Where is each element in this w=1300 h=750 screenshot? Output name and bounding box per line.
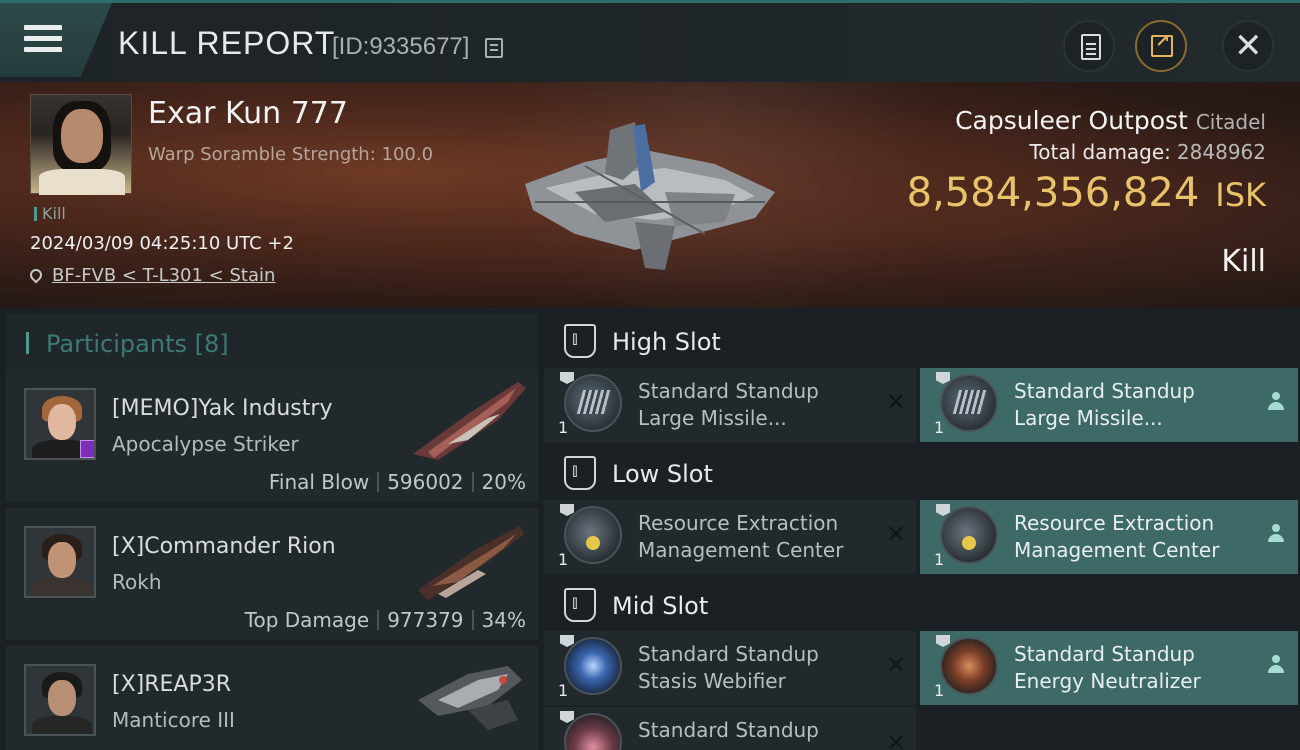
victim-structure-image — [525, 122, 775, 270]
location-link[interactable]: BF-FVB < T-L301 < Stain — [52, 265, 275, 286]
extraction-module-icon — [940, 506, 998, 564]
participants-header[interactable]: Participants [8] — [6, 314, 538, 370]
slot-label: Low Slot — [612, 460, 713, 488]
pin-icon — [27, 266, 45, 284]
module-item[interactable]: 1 Standard Standup Stasis Webifier ✕ — [544, 631, 916, 705]
participant-ship-image — [418, 666, 522, 730]
module-name: Resource Extraction Management Center — [638, 511, 844, 562]
fitting-panel: High Slot 1 Standard StandupLarge Missil… — [538, 308, 1300, 750]
kill-tag: Kill — [34, 204, 66, 223]
participant-ship: Manticore III — [112, 708, 235, 732]
stasis-webifier-icon — [564, 637, 622, 695]
module-name: Standard Standup Stasis Webifier — [638, 642, 819, 693]
page-title: KILL REPORT — [118, 25, 336, 61]
structure-name: Capsuleer Outpost Citadel — [955, 106, 1266, 135]
close-button[interactable]: ✕ — [1222, 20, 1274, 72]
low-slot-icon — [564, 456, 596, 490]
participant-stats: Top Damage 977379 34% — [244, 608, 526, 632]
missile-launcher-icon — [564, 374, 622, 432]
participant-avatar[interactable] — [24, 664, 96, 736]
person-icon — [1268, 655, 1284, 675]
x-icon: ✕ — [885, 520, 906, 548]
warp-scramble-strength: Warp Soramble Strength: 100.0 — [148, 144, 434, 165]
participant-row[interactable]: [X]REAP3R Manticore III — [6, 646, 538, 750]
high-slot-header: High Slot — [544, 312, 1300, 372]
module-item-dropped[interactable]: 1 Resource Extraction Management Center — [920, 500, 1298, 574]
energy-neutralizer-icon — [940, 637, 998, 695]
badge-icon — [80, 440, 94, 458]
mid-slot-header: Mid Slot — [544, 576, 1300, 636]
clipboard-icon — [1081, 34, 1101, 60]
module-name: Standard Standup Large Missile... — [638, 379, 819, 430]
module-quantity: 1 — [934, 418, 945, 437]
extraction-module-icon — [564, 506, 622, 564]
mid-slot-icon — [564, 588, 596, 622]
low-slot-header: Low Slot — [544, 444, 1300, 504]
module-item[interactable]: Standard Standup ✕ — [544, 707, 916, 750]
participant-row[interactable]: [X]Commander Rion Rokh Top Damage 977379 3… — [6, 508, 538, 640]
participant-ship-image — [413, 382, 526, 460]
module-item-dropped[interactable]: 1 Standard Standup Large Missile... — [920, 368, 1298, 442]
total-damage: Total damage: 2848962 — [1029, 140, 1266, 164]
kill-timestamp: 2024/03/09 04:25:10 UTC +2 — [30, 233, 294, 254]
report-id: [ID:9335677] — [332, 33, 470, 60]
person-icon — [1268, 524, 1284, 544]
module-name: Standard Standup — [638, 718, 819, 742]
hamburger-icon[interactable] — [24, 25, 62, 55]
participant-row[interactable]: [MEMO]Yak Industry Apocalypse Striker Fi… — [6, 370, 538, 502]
x-icon: ✕ — [885, 388, 906, 416]
participant-name: [X]REAP3R — [112, 672, 232, 697]
participant-avatar[interactable] — [24, 388, 96, 460]
structure-class: Citadel — [1195, 110, 1266, 134]
module-name: Resource Extraction Management Center — [1014, 511, 1220, 562]
victim-panel: Exar Kun 777 Warp Soramble Strength: 100… — [0, 82, 1300, 308]
participant-ship-image — [418, 526, 524, 600]
participant-name: [MEMO]Yak Industry — [112, 396, 333, 421]
participants-panel: Participants [8] [MEMO]Yak Industry Apoc… — [0, 308, 538, 750]
participant-stats: Final Blow 596002 20% — [268, 470, 526, 494]
close-icon: ✕ — [1234, 26, 1263, 66]
victim-name[interactable]: Exar Kun 777 — [148, 96, 348, 131]
missile-launcher-icon — [940, 374, 998, 432]
module-name: Standard Standup Large Missile... — [1014, 379, 1195, 430]
x-icon: ✕ — [885, 651, 906, 679]
isk-value: 8,584,356,824 ISK — [906, 170, 1266, 216]
module-quantity: 1 — [934, 550, 945, 569]
person-icon — [1268, 392, 1284, 412]
slot-label: High Slot — [612, 328, 721, 356]
slot-label: Mid Slot — [612, 592, 709, 620]
participant-name: [X]Commander Rion — [112, 534, 336, 559]
kill-location[interactable]: BF-FVB < T-L301 < Stain — [27, 265, 275, 286]
participant-avatar[interactable] — [24, 526, 96, 598]
module-item[interactable]: 1 Resource Extraction Management Center ✕ — [544, 500, 916, 574]
module-quantity: 1 — [558, 681, 569, 700]
copy-icon[interactable] — [485, 38, 503, 58]
total-damage-value: 2848962 — [1176, 140, 1266, 164]
participants-title: Participants [8] — [46, 330, 229, 358]
high-slot-icon — [564, 324, 596, 358]
module-quantity: 1 — [934, 681, 945, 700]
participant-ship: Rokh — [112, 570, 162, 594]
module-item-dropped[interactable]: 1 Standard Standup Energy Neutralizer — [920, 631, 1298, 705]
isk-unit: ISK — [1215, 176, 1266, 214]
module-quantity: 1 — [558, 550, 569, 569]
module-quantity: 1 — [558, 418, 569, 437]
share-icon — [1151, 31, 1173, 57]
share-button[interactable] — [1135, 20, 1187, 72]
top-bar: KILL REPORT [ID:9335677] ✕ — [0, 0, 1300, 82]
menu-tab[interactable] — [0, 3, 112, 77]
victim-avatar[interactable] — [30, 94, 132, 195]
participant-ship: Apocalypse Striker — [112, 432, 299, 456]
participants-count: [8] — [194, 330, 229, 358]
module-item[interactable]: 1 Standard Standup Large Missile... ✕ — [544, 368, 916, 442]
kill-result: Kill — [1221, 244, 1266, 279]
clipboard-button[interactable] — [1063, 20, 1115, 72]
module-name: Standard Standup Energy Neutralizer — [1014, 642, 1201, 693]
x-icon: ✕ — [885, 729, 906, 750]
